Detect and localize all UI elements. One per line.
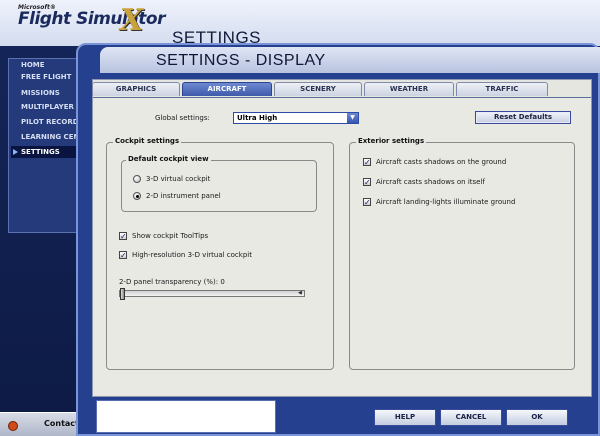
logo-x: X [120, 3, 144, 38]
cockpit-settings-title: Cockpit settings [113, 137, 182, 145]
exterior-settings-group [349, 142, 575, 370]
exterior-settings-title: Exterior settings [356, 137, 427, 145]
left-nav: HOME FREE FLIGHT MISSIONS MULTIPLAYER PI… [8, 58, 86, 233]
tab-aircraft[interactable]: AIRCRAFT [182, 82, 272, 96]
global-settings-value: Ultra High [237, 114, 278, 122]
show-tooltips-checkbox[interactable]: ✓ [119, 232, 127, 241]
tab-graphics[interactable]: GRAPHICS [92, 82, 180, 96]
shadows-ground-checkbox[interactable]: ✓ [363, 158, 371, 167]
tab-weather[interactable]: WEATHER [364, 82, 454, 96]
shadows-ground-label: Aircraft casts shadows on the ground [376, 158, 507, 166]
nav-item-learning-center[interactable]: LEARNING CENTER [11, 131, 85, 143]
nav-item-pilot-records[interactable]: PILOT RECORDS [11, 116, 85, 128]
default-cockpit-view-title: Default cockpit view [126, 155, 211, 163]
nav-item-home[interactable]: HOME [11, 59, 85, 71]
slider-end-marker: ◀ [298, 290, 302, 296]
landing-lights-label: Aircraft landing-lights illuminate groun… [376, 198, 516, 206]
show-tooltips-label: Show cockpit ToolTips [132, 232, 209, 240]
radio-3d-label: 3-D virtual cockpit [146, 175, 211, 183]
shadows-itself-label: Aircraft casts shadows on itself [376, 178, 485, 186]
panel-transparency-label: 2-D panel transparency (%): 0 [119, 278, 225, 286]
nav-item-multiplayer[interactable]: MULTIPLAYER [11, 101, 85, 113]
radio-3d-virtual-cockpit[interactable] [133, 175, 141, 183]
default-cockpit-view-group [121, 160, 317, 212]
app-header: Microsoft® Flight Simulator X SETTINGS [0, 0, 600, 47]
nav-item-free-flight[interactable]: FREE FLIGHT [11, 71, 85, 83]
shadows-itself-checkbox[interactable]: ✓ [363, 178, 371, 187]
dialog-titlebar: SETTINGS - DISPLAY [100, 47, 600, 73]
hires-vc-checkbox[interactable]: ✓ [119, 251, 127, 260]
radio-2d-instrument-panel[interactable] [133, 192, 141, 200]
tab-traffic[interactable]: TRAFFIC [456, 82, 548, 96]
nav-item-missions[interactable]: MISSIONS [11, 87, 85, 99]
dialog-title: SETTINGS - DISPLAY [156, 52, 326, 69]
help-button[interactable]: HELP [374, 409, 436, 426]
global-settings-label: Global settings: [155, 114, 210, 122]
nav-item-settings[interactable]: SETTINGS [11, 146, 85, 158]
radio-2d-label: 2-D instrument panel [146, 192, 221, 200]
hires-vc-label: High-resolution 3-D virtual cockpit [132, 251, 252, 259]
reset-defaults-button[interactable]: Reset Defaults [475, 111, 571, 124]
global-settings-select[interactable]: Ultra High ▼ [233, 112, 359, 124]
status-area [96, 400, 276, 433]
contacts-status-icon [8, 421, 18, 431]
chevron-down-icon[interactable]: ▼ [347, 113, 358, 123]
ok-button[interactable]: OK [506, 409, 568, 426]
slider-thumb[interactable] [120, 288, 125, 300]
aircraft-panel: Global settings: Ultra High ▼ Reset Defa… [93, 97, 591, 395]
landing-lights-checkbox[interactable]: ✓ [363, 198, 371, 207]
cancel-button[interactable]: CANCEL [440, 409, 502, 426]
panel-transparency-slider[interactable]: ◀ [119, 288, 305, 300]
tab-scenery[interactable]: SCENERY [274, 82, 362, 96]
settings-display-dialog: SETTINGS - DISPLAY GRAPHICS AIRCRAFT SCE… [76, 43, 600, 436]
